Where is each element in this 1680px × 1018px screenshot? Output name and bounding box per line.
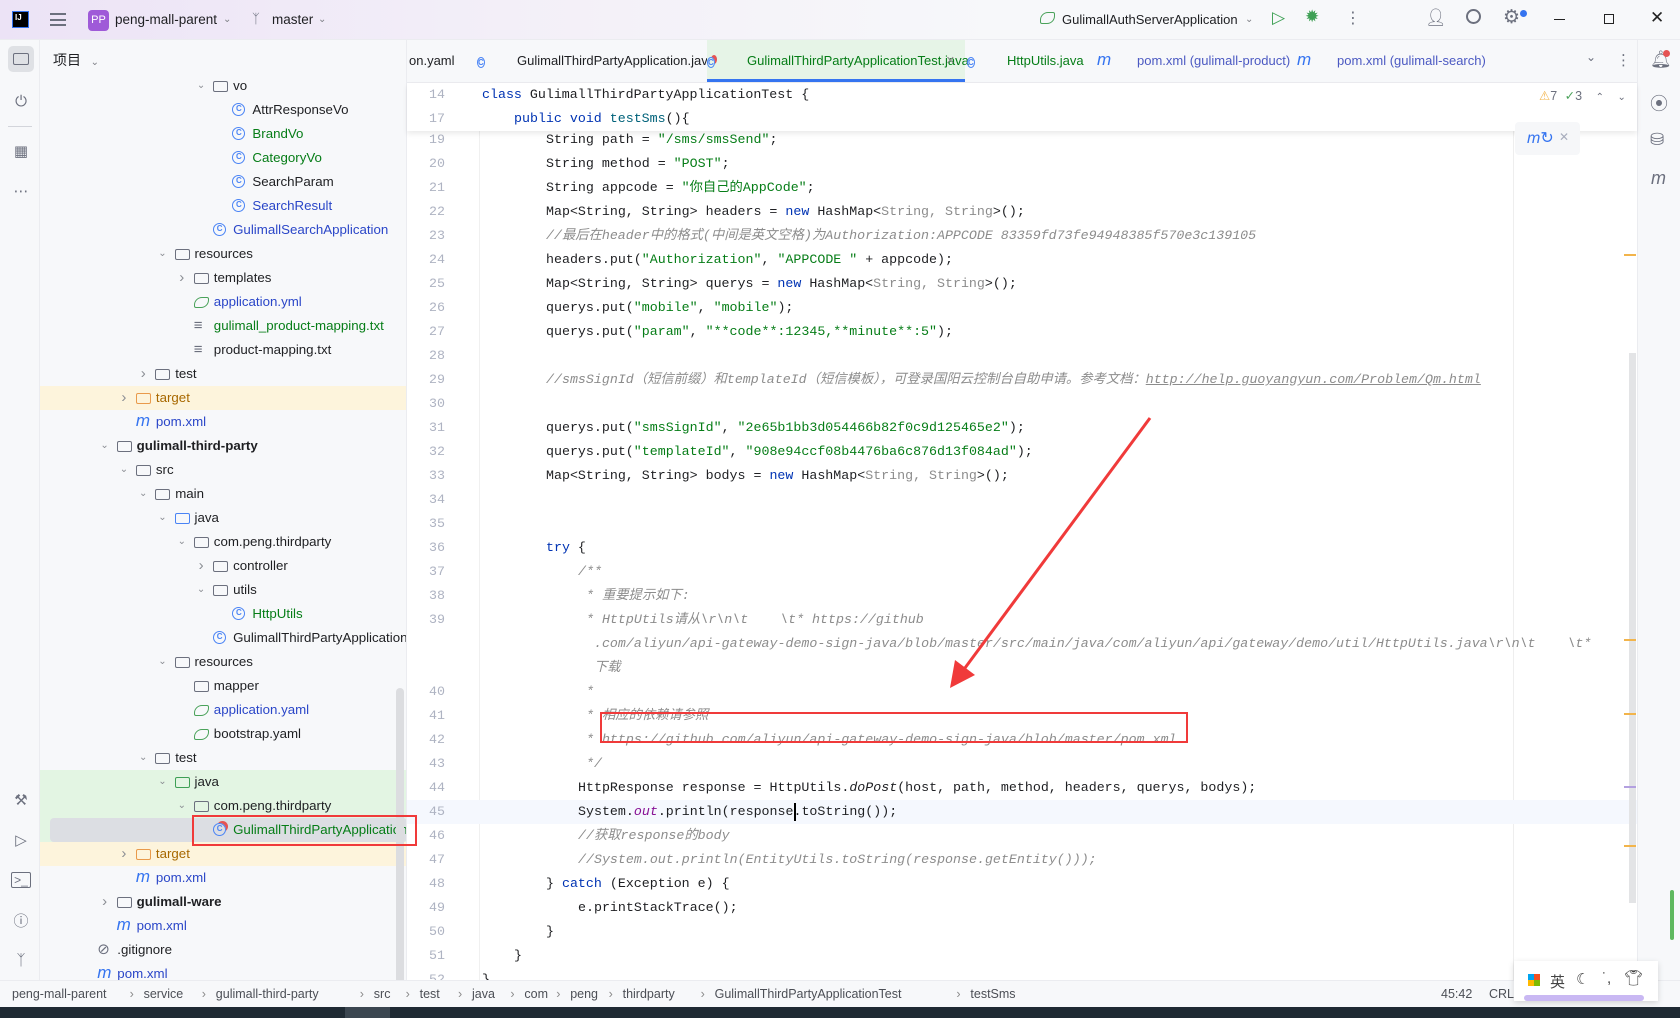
punctuation-icon[interactable]: ˙, (1602, 970, 1611, 987)
annotation-arrow (950, 417, 1152, 688)
windows-icon (1528, 974, 1540, 986)
moon-icon[interactable]: ☾ (1576, 970, 1589, 988)
skin-icon[interactable]: 👕︎ (1624, 969, 1643, 987)
ime-toolbar[interactable]: 英 ☾ ˙, 👕︎ (1514, 961, 1658, 1001)
ime-language[interactable]: 英 (1550, 971, 1565, 992)
ime-glow (1524, 995, 1644, 1001)
